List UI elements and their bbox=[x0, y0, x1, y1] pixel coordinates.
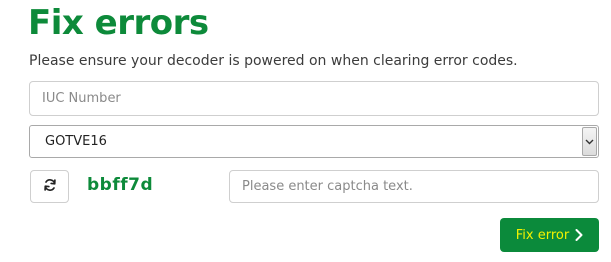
iuc-number-field[interactable] bbox=[29, 81, 599, 116]
refresh-captcha-button[interactable] bbox=[30, 170, 69, 203]
captcha-field[interactable] bbox=[229, 170, 599, 203]
chevron-right-icon bbox=[575, 229, 583, 241]
chevron-down-icon[interactable] bbox=[582, 127, 597, 156]
fix-error-label: Fix error bbox=[515, 227, 570, 243]
page-title: Fix errors bbox=[28, 3, 209, 43]
page-subtitle: Please ensure your decoder is powered on… bbox=[29, 53, 518, 69]
product-select-value: GOTVE16 bbox=[45, 134, 107, 149]
product-select[interactable]: GOTVE16 bbox=[29, 125, 599, 158]
fix-error-button[interactable]: Fix error bbox=[500, 218, 599, 252]
captcha-input[interactable] bbox=[230, 171, 598, 202]
captcha-code: bbff7d bbox=[87, 175, 154, 195]
refresh-icon bbox=[43, 177, 57, 196]
iuc-number-input[interactable] bbox=[30, 82, 598, 115]
